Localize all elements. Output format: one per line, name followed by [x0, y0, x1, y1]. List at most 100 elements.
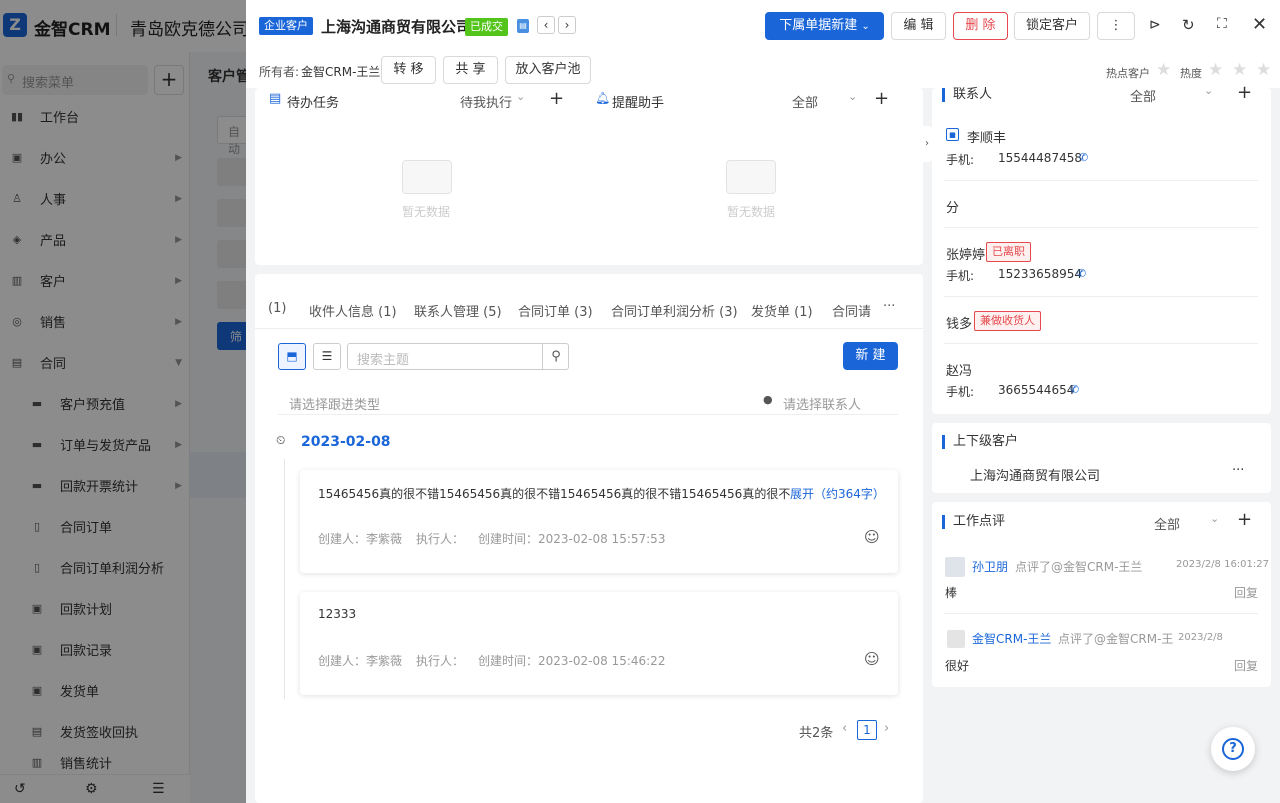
person-icon: ● [763, 393, 773, 406]
customer-title: 上海沟通商贸有限公司 [321, 18, 472, 36]
reviews-filter[interactable]: 全部 [1154, 514, 1180, 533]
followup-record[interactable]: 12333 创建人：李紫薇 执行人： 创建时间：2023-02-08 15:46… [300, 592, 898, 695]
hot-star-icon[interactable]: ★ [1156, 60, 1171, 80]
heat-star-icon[interactable]: ★ [1256, 60, 1271, 80]
new-followup-button[interactable]: 新 建 [843, 342, 898, 370]
review-time: 2023/2/8 [1178, 632, 1223, 643]
lock-customer-button[interactable]: 锁定客户 [1014, 12, 1090, 40]
divider [944, 613, 1258, 614]
more-icon[interactable]: ··· [1232, 463, 1244, 478]
heat-star-icon[interactable]: ★ [1232, 60, 1247, 80]
followup-record[interactable]: 15465456真的很不错15465456真的很不错15465456真的很不错1… [300, 470, 898, 573]
comment-icon[interactable]: ☺ [864, 650, 880, 668]
review-user[interactable]: 孙卫朋 [972, 558, 1008, 575]
fullscreen-icon[interactable]: ⛶ [1217, 16, 1227, 32]
timeline-line [284, 459, 285, 699]
pagination-total: 共2条 [799, 726, 834, 741]
chevron-down-icon: ⌄ [848, 90, 858, 103]
phone-label: 手机: [946, 385, 975, 399]
empty-inbox-icon [726, 160, 776, 194]
tab-contract-orders[interactable]: 合同订单 (3) [518, 301, 593, 320]
more-actions-button[interactable]: ⋮ [1097, 12, 1135, 40]
tasks-filter[interactable]: 待我执行 [460, 92, 512, 111]
phone-icon[interactable]: ✆ [1079, 151, 1088, 164]
clock-icon: ⏲ [276, 433, 286, 447]
divider [944, 180, 1258, 181]
consignee-tag: 兼做收货人 [974, 311, 1041, 331]
search-icon[interactable]: ⚲ [542, 344, 569, 369]
contact-select[interactable]: 请选择联系人 [783, 394, 861, 413]
parent-customer-name[interactable]: 上海沟通商贸有限公司 [970, 465, 1100, 484]
review-action: 点评了@金智CRM-王 [1058, 632, 1174, 646]
tab-contacts[interactable]: 联系人管理 (5) [414, 301, 502, 320]
add-contact-button[interactable]: + [1237, 82, 1252, 103]
review-text: 棒 [945, 586, 958, 600]
modal-overlay[interactable] [0, 0, 246, 803]
collapse-panel-toggle[interactable]: › [922, 126, 932, 162]
prev-record-button[interactable]: ‹ [537, 16, 555, 34]
tab-followup[interactable]: (1) [268, 301, 286, 316]
prev-page-button[interactable]: ‹ [842, 721, 847, 736]
chevron-down-icon: ⌄ [861, 21, 870, 32]
page-number[interactable]: 1 [857, 720, 877, 740]
chevron-down-icon: ⌄ [516, 90, 526, 103]
heat-star-icon[interactable]: ★ [1208, 60, 1223, 80]
edit-button[interactable]: 编 辑 [891, 12, 946, 40]
owner-label: 所有者: [259, 65, 300, 79]
reply-button[interactable]: 回复 [1234, 657, 1258, 674]
contact-phone: 15544487458 [998, 151, 1082, 165]
next-page-button[interactable]: › [884, 721, 889, 736]
refresh-icon[interactable]: ↻ [1182, 16, 1195, 34]
contact-name[interactable]: 分 [946, 197, 959, 216]
reminder-empty-text: 暂无数据 [727, 205, 776, 219]
tab-recipient[interactable]: 收件人信息 (1) [309, 301, 397, 320]
phone-icon[interactable]: ✆ [1070, 383, 1079, 396]
resigned-tag: 已离职 [986, 242, 1031, 262]
file-icon[interactable]: ▤ [517, 19, 529, 33]
avatar [947, 630, 965, 648]
review-user[interactable]: 金智CRM-王兰 [972, 630, 1051, 647]
help-button[interactable]: ? [1211, 727, 1255, 771]
tab-contract-request[interactable]: 合同请 [832, 301, 874, 320]
comment-icon[interactable]: ☺ [864, 528, 880, 546]
record-executor: 执行人： [416, 654, 465, 668]
record-creator: 创建人：李紫薇 [318, 532, 403, 546]
avatar [945, 557, 965, 577]
tab-profit-analysis[interactable]: 合同订单利润分析 (3) [611, 301, 738, 320]
phone-icon[interactable]: ✆ [1077, 267, 1086, 280]
reply-button[interactable]: 回复 [1234, 584, 1258, 601]
followup-card: (1) 收件人信息 (1) 联系人管理 (5) 合同订单 (3) 合同订单利润分… [255, 274, 923, 803]
phone-label: 手机: [946, 153, 975, 167]
task-icon: ▤ [269, 91, 282, 106]
contacts-filter[interactable]: 全部 [1130, 86, 1156, 105]
contact-name[interactable]: 钱多 [946, 313, 972, 332]
tab-delivery[interactable]: 发货单 (1) [751, 301, 813, 320]
timeline-view-button[interactable]: ⬒ [278, 343, 306, 370]
new-sub-record-button[interactable]: 下属单据新建 ⌄ [765, 12, 884, 40]
play-icon[interactable]: ⊳ [1149, 17, 1161, 33]
tasks-empty-text: 暂无数据 [402, 205, 451, 219]
contact-name[interactable]: 李顺丰 [967, 127, 1006, 146]
divider [944, 296, 1258, 297]
next-record-button[interactable]: › [558, 16, 576, 34]
customer-detail-drawer: 企业客户 上海沟通商贸有限公司 已成交 ▤ ‹ › 所有者: 金智CRM-王兰 … [246, 0, 1280, 803]
add-task-button[interactable]: + [549, 88, 564, 109]
customer-type-tag: 企业客户 [259, 17, 313, 35]
add-reminder-button[interactable]: + [874, 88, 889, 109]
new-sub-record-label: 下属单据新建 [779, 18, 858, 33]
transfer-button[interactable]: 转 移 [381, 56, 436, 84]
share-button[interactable]: 共 享 [443, 56, 498, 84]
contact-name[interactable]: 赵冯 [946, 360, 972, 379]
contact-name[interactable]: 张婷婷 [946, 244, 985, 263]
delete-button[interactable]: 删 除 [953, 12, 1008, 40]
add-review-button[interactable]: + [1237, 509, 1252, 530]
topic-search-input[interactable]: 搜索主题 ⚲ [347, 343, 569, 370]
followup-type-select[interactable]: 请选择跟进类型 [289, 394, 380, 413]
move-to-pool-button[interactable]: 放入客户池 [505, 56, 591, 84]
list-view-button[interactable]: ☰ [313, 343, 341, 370]
owner-name: 金智CRM-王兰 [301, 65, 381, 79]
tabs-more-button[interactable]: ··· [883, 299, 895, 314]
expand-link[interactable]: 展开（约364字） [790, 485, 885, 502]
close-icon[interactable]: ✕ [1252, 14, 1267, 35]
reminder-filter[interactable]: 全部 [792, 92, 818, 111]
